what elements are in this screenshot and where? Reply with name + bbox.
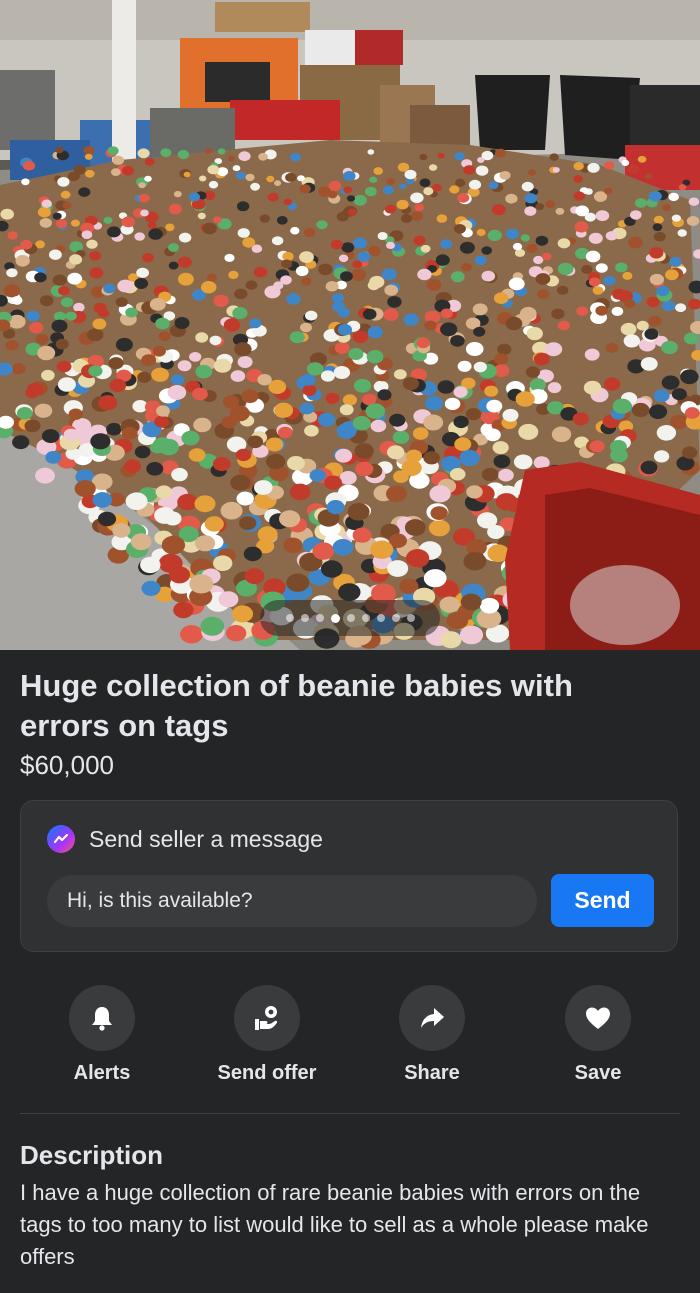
send-button[interactable]: Send <box>551 874 654 927</box>
description-text: I have a huge collection of rare beanie … <box>20 1180 649 1269</box>
beanie-collection-photo <box>0 0 700 650</box>
heart-icon <box>565 985 631 1051</box>
share-arrow-icon <box>399 985 465 1051</box>
listing-photo[interactable] <box>0 0 700 650</box>
photo-pager[interactable] <box>260 600 440 636</box>
bell-icon <box>69 985 135 1051</box>
send-offer-button[interactable]: Send offer <box>197 985 337 1085</box>
pager-dot <box>346 614 355 622</box>
pager-dot <box>315 614 324 622</box>
pager-dot <box>391 614 400 622</box>
action-bar: Alerts Send offer Share Save <box>0 985 700 1095</box>
save-button[interactable]: Save <box>528 985 668 1085</box>
message-seller-card: Send seller a message Hi, is this availa… <box>20 800 678 952</box>
message-input[interactable]: Hi, is this available? <box>47 875 537 927</box>
alerts-button[interactable]: Alerts <box>32 985 172 1085</box>
pager-dot <box>406 614 415 622</box>
message-header-label: Send seller a message <box>89 825 323 852</box>
alerts-label: Alerts <box>73 1062 131 1084</box>
send-offer-label: Send offer <box>217 1062 317 1084</box>
description-heading: Description <box>20 1140 164 1170</box>
pager-dot-active <box>330 613 340 623</box>
pager-dot <box>285 614 294 622</box>
listing-title: Huge collection of beanie babies with er… <box>20 668 573 743</box>
save-label: Save <box>574 1062 622 1084</box>
section-divider <box>20 1113 680 1114</box>
listing-price: $60,000 <box>20 750 114 780</box>
pager-dot <box>300 614 309 622</box>
messenger-icon <box>47 825 75 853</box>
pager-dot <box>361 614 370 622</box>
share-label: Share <box>404 1062 460 1084</box>
offer-icon <box>234 985 300 1051</box>
pager-dot <box>376 614 385 622</box>
share-button[interactable]: Share <box>362 985 502 1085</box>
message-header: Send seller a message <box>47 825 323 853</box>
